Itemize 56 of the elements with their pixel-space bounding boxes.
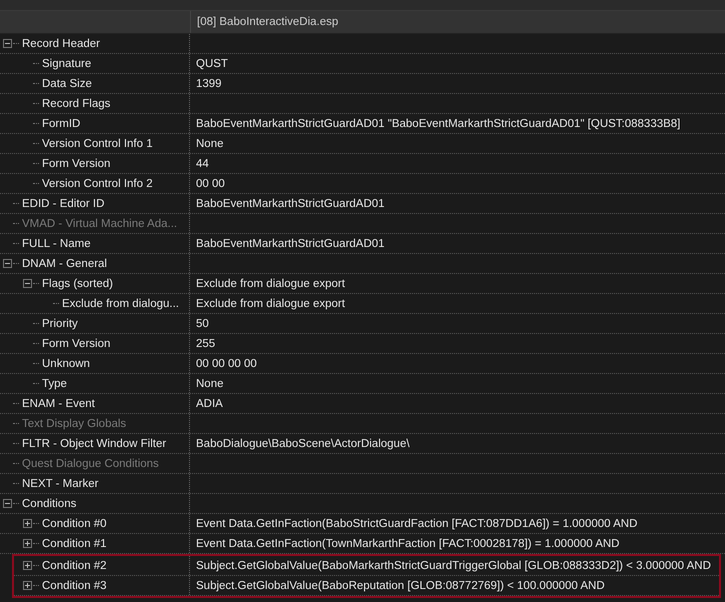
field-name: VMAD - Virtual Machine Ada... xyxy=(22,218,178,230)
field-name: Condition #2 xyxy=(42,560,107,572)
field-name: FULL - Name xyxy=(22,238,91,250)
field-name: EDID - Editor ID xyxy=(22,198,104,210)
field-value: Exclude from dialogue export xyxy=(195,278,345,290)
field-value: None xyxy=(195,378,224,390)
field-value: 1399 xyxy=(195,78,222,90)
field-value: Subject.GetGlobalValue(BaboMarkarthStrictGuardTriggerGlobal [GLOB:088333D2]) < 3.000000 AND xyxy=(195,560,711,572)
field-name: Version Control Info 2 xyxy=(42,178,153,190)
field-name: NEXT - Marker xyxy=(22,478,98,490)
field-name: Text Display Globals xyxy=(22,418,126,430)
field-value: ADIA xyxy=(195,398,223,410)
field-name: Type xyxy=(42,378,67,390)
field-value: 50 xyxy=(195,318,209,330)
field-name: Priority xyxy=(42,318,78,330)
field-value: Event Data.GetInFaction(TownMarkarthFaction [FACT:00028178]) = 1.000000 AND xyxy=(195,538,620,550)
field-value: BaboDialogue\BaboScene\ActorDialogue\ xyxy=(195,438,410,450)
field-name: ENAM - Event xyxy=(22,398,95,410)
field-name: FLTR - Object Window Filter xyxy=(22,438,166,450)
field-value: BaboEventMarkarthStrictGuardAD01 "BaboEventMarkarthStrictGuardAD01" [QUST:088333B8] xyxy=(195,118,680,130)
expand-icon[interactable] xyxy=(23,581,32,590)
field-value: BaboEventMarkarthStrictGuardAD01 xyxy=(195,238,385,250)
field-value: BaboEventMarkarthStrictGuardAD01 xyxy=(195,198,385,210)
field-name: Signature xyxy=(42,58,92,70)
field-name: Unknown xyxy=(42,358,90,370)
field-name: Record Flags xyxy=(42,98,110,110)
field-value: QUST xyxy=(195,58,228,70)
field-name: Flags (sorted) xyxy=(42,278,113,290)
collapse-icon[interactable] xyxy=(23,279,32,288)
expand-icon[interactable] xyxy=(23,561,32,570)
collapse-icon[interactable] xyxy=(3,499,12,508)
field-name: DNAM - General xyxy=(22,258,107,270)
field-value: 44 xyxy=(195,158,209,170)
expand-icon[interactable] xyxy=(23,539,32,548)
field-name: Record Header xyxy=(22,38,100,50)
field-value: 255 xyxy=(195,338,216,350)
field-value: 00 00 xyxy=(195,178,225,190)
expand-icon[interactable] xyxy=(23,519,32,528)
field-name: Version Control Info 1 xyxy=(42,138,153,150)
collapse-icon[interactable] xyxy=(3,259,12,268)
field-name: Conditions xyxy=(22,498,76,510)
field-name: Form Version xyxy=(42,158,110,170)
field-name: Condition #3 xyxy=(42,580,107,592)
field-name: Data Size xyxy=(42,78,92,90)
collapse-icon[interactable] xyxy=(3,39,12,48)
field-value: Exclude from dialogue export xyxy=(195,298,345,310)
field-value: Subject.GetGlobalValue(BaboReputation [GLOB:08772769]) < 100.000000 AND xyxy=(195,580,605,592)
field-value: 00 00 00 00 xyxy=(195,358,257,370)
field-name: Condition #0 xyxy=(42,518,107,530)
field-value: Event Data.GetInFaction(BaboStrictGuardFaction [FACT:087DD1A6]) = 1.000000 AND xyxy=(195,518,638,530)
field-name: FormID xyxy=(42,118,80,130)
field-name: Quest Dialogue Conditions xyxy=(22,458,159,470)
field-name: Exclude from dialogu... xyxy=(62,298,179,310)
field-name: Form Version xyxy=(42,338,110,350)
field-name: Condition #1 xyxy=(42,538,107,550)
field-value: None xyxy=(195,138,224,150)
